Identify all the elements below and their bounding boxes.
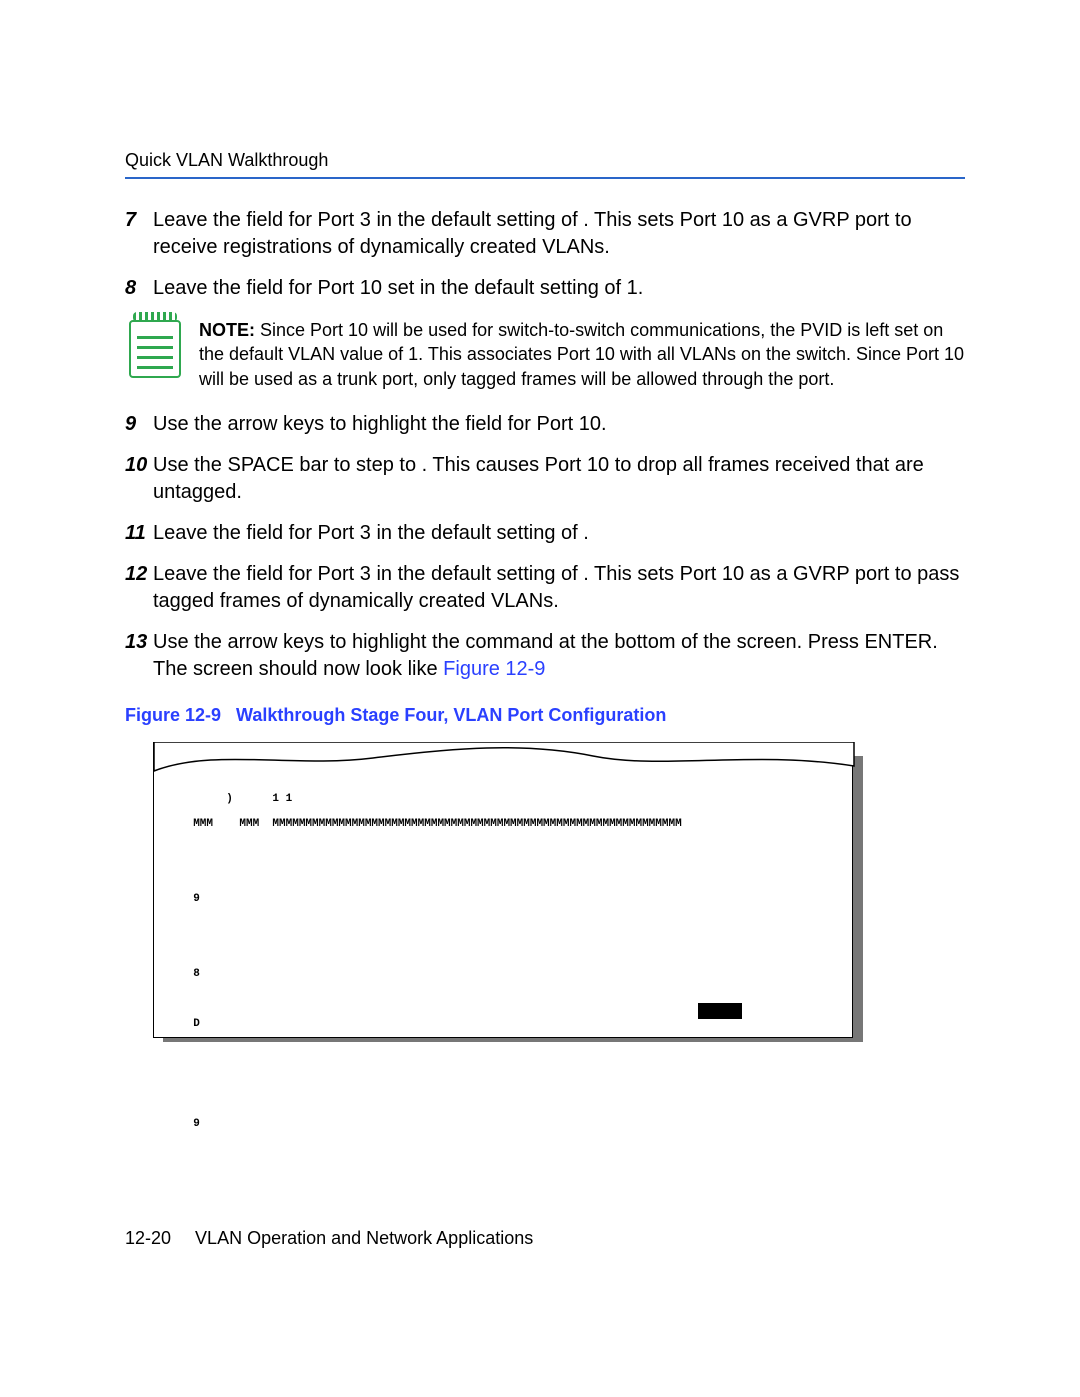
step-13: 13 Use the arrow keys to highlight the c… xyxy=(125,629,965,683)
figure-reference-link[interactable]: Figure 12-9 xyxy=(443,658,545,680)
terminal-cursor xyxy=(698,1003,742,1019)
note-body: Since Port 10 will be used for switch-to… xyxy=(199,320,964,389)
page-number: 12-20 xyxy=(125,1228,171,1248)
step-number: 8 xyxy=(125,275,153,302)
page-footer: 12-20 VLAN Operation and Network Applicat… xyxy=(125,1228,533,1249)
step-number: 11 xyxy=(125,520,153,547)
step-text: Use the arrow keys to highlight the fiel… xyxy=(153,411,965,438)
terminal-line: D xyxy=(180,1019,832,1033)
section-header: Quick VLAN Walkthrough xyxy=(125,150,965,171)
step-text: Leave the field for Port 3 in the defaul… xyxy=(153,520,965,547)
note-block: NOTE: Since Port 10 will be used for swi… xyxy=(125,318,965,391)
step-text: Leave the field for Port 3 in the defaul… xyxy=(153,207,965,261)
step-text: Leave the field for Port 3 in the defaul… xyxy=(153,561,965,615)
terminal-screenshot: ) 1 1 MMM MMM MMMMMMMMMMMMMMMMMMMMMMMMMM… xyxy=(153,742,853,1038)
step-number: 7 xyxy=(125,207,153,261)
step-9: 9 Use the arrow keys to highlight the fi… xyxy=(125,411,965,438)
figure-caption-number: Figure 12-9 xyxy=(125,705,221,725)
note-icon xyxy=(129,318,181,378)
terminal-line: 9 xyxy=(180,1119,832,1133)
step-text: Use the SPACE bar to step to . This caus… xyxy=(153,452,965,506)
figure-caption-title: Walkthrough Stage Four, VLAN Port Config… xyxy=(236,705,666,725)
step-number: 10 xyxy=(125,452,153,506)
step-11: 11 Leave the field for Port 3 in the def… xyxy=(125,520,965,547)
step-number: 9 xyxy=(125,411,153,438)
terminal-line: 9 xyxy=(180,894,832,908)
step-7: 7 Leave the field for Port 3 in the defa… xyxy=(125,207,965,261)
terminal-line: 8 xyxy=(180,969,832,983)
step-10: 10 Use the SPACE bar to step to . This c… xyxy=(125,452,965,506)
step-8: 8 Leave the field for Port 10 set in the… xyxy=(125,275,965,302)
torn-edge-icon xyxy=(153,742,855,772)
terminal-line: MMM MMM MMMMMMMMMMMMMMMMMMMMMMMMMMMMMMMM… xyxy=(180,819,832,833)
step-number: 13 xyxy=(125,629,153,683)
note-text: NOTE: Since Port 10 will be used for swi… xyxy=(199,318,965,391)
step-12: 12 Leave the field for Port 3 in the def… xyxy=(125,561,965,615)
note-label: NOTE: xyxy=(199,320,255,340)
header-divider xyxy=(125,177,965,179)
terminal-content: ) 1 1 MMM MMM MMMMMMMMMMMMMMMMMMMMMMMMMM… xyxy=(180,783,832,1027)
terminal-line: ) 1 1 xyxy=(180,794,832,808)
figure-caption: Figure 12-9 Walkthrough Stage Four, VLAN… xyxy=(125,705,965,726)
doc-title: VLAN Operation and Network Applications xyxy=(195,1228,533,1248)
step-number: 12 xyxy=(125,561,153,615)
step-text: Leave the field for Port 10 set in the d… xyxy=(153,275,965,302)
step-text: Use the arrow keys to highlight the comm… xyxy=(153,629,965,683)
